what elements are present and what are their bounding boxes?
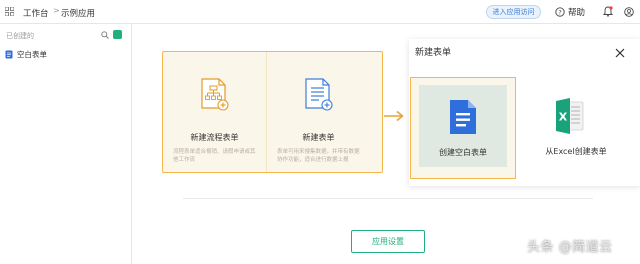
new-workflow-form-card[interactable]: 新建流程表单 流程表单适合报销、请假申请或其他工作流 <box>163 52 266 171</box>
option-label: 创建空白表单 <box>439 148 487 157</box>
breadcrumb-separator: > <box>53 6 60 15</box>
svg-text:?: ? <box>558 8 561 16</box>
card-description: 流程表单适合报销、请假申请或其他工作流 <box>173 149 256 163</box>
card-description: 表单可用来搜集数据，并带有数据协作功能，适合进行数据上报 <box>277 149 360 163</box>
dialog-title: 新建表单 <box>415 48 452 58</box>
form-doc-icon <box>5 50 13 59</box>
create-blank-form-option[interactable]: 创建空白表单 <box>410 77 516 179</box>
sidebar-item-label: 空白表单 <box>17 50 47 59</box>
breadcrumb-current-app[interactable]: 示例应用 <box>61 7 95 19</box>
help-button[interactable]: ? 帮助 <box>555 5 585 19</box>
arrow-right-icon <box>384 110 404 122</box>
excel-icon: X <box>556 98 584 134</box>
app-grid-icon[interactable] <box>5 7 14 16</box>
app-settings-button[interactable]: 应用设置 <box>351 230 425 253</box>
user-avatar-icon[interactable] <box>624 7 634 17</box>
sidebar: 已创建的 空白表单 <box>0 24 132 264</box>
help-icon: ? <box>555 7 565 17</box>
new-form-dialog: 新建表单 创建空白表单 X 从Excel创建表单 <box>409 39 640 186</box>
workflow-form-icon <box>201 78 229 111</box>
card-title: 新建表单 <box>302 133 335 142</box>
content-divider <box>183 198 593 199</box>
sidebar-item-blank-form[interactable]: 空白表单 <box>5 49 47 60</box>
enter-app-button[interactable]: 进入应用访问 <box>486 5 541 19</box>
card-title: 新建流程表单 <box>190 133 239 142</box>
blank-form-doc-icon <box>450 100 476 134</box>
sidebar-created-label: 已创建的 <box>6 32 34 40</box>
search-icon[interactable] <box>101 31 109 39</box>
close-icon[interactable] <box>614 47 626 59</box>
svg-text:X: X <box>559 111 568 124</box>
watermark: 头条 @简道云 <box>527 240 613 255</box>
bell-icon[interactable] <box>603 6 613 17</box>
option-label: 从Excel创建表单 <box>545 147 607 156</box>
add-folder-icon[interactable] <box>113 30 122 43</box>
top-bar: 工作台 > 示例应用 进入应用访问 ? 帮助 <box>0 0 640 24</box>
help-label: 帮助 <box>568 8 586 18</box>
form-doc-icon <box>305 78 333 111</box>
create-from-excel-option[interactable]: X 从Excel创建表单 <box>523 77 629 179</box>
new-form-card[interactable]: 新建表单 表单可用来搜集数据，并带有数据协作功能，适合进行数据上报 <box>267 52 370 171</box>
new-form-card-group: 新建流程表单 流程表单适合报销、请假申请或其他工作流 新建表单 表单可用来搜集数… <box>162 51 383 173</box>
breadcrumb-workbench[interactable]: 工作台 <box>23 7 49 19</box>
